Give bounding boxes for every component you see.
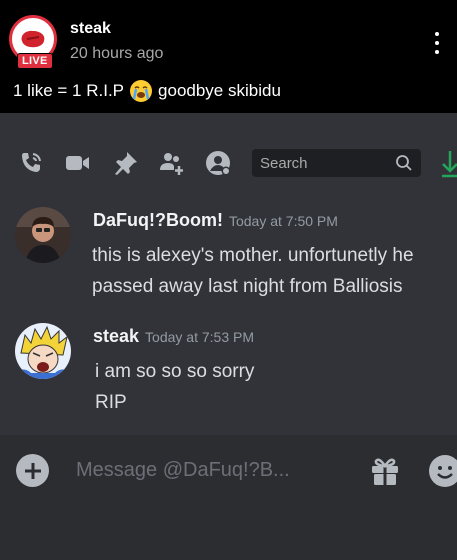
message-text-line: RIP — [95, 392, 127, 413]
caption-text-tail: goodbye skibidu — [158, 81, 281, 100]
message-author[interactable]: DaFuq!?Boom! Today at 7:50 PM — [93, 210, 338, 231]
message-timestamp: Today at 7:50 PM — [228, 213, 338, 229]
message-text-line: passed away last night from Balliosis — [92, 276, 403, 297]
avatar[interactable] — [15, 207, 71, 263]
message-composer — [0, 435, 457, 560]
message-text-line: i am so so so sorry — [95, 361, 255, 382]
gift-icon[interactable] — [369, 455, 401, 487]
live-badge: LIVE — [17, 53, 53, 69]
add-attachment-button[interactable] — [16, 454, 49, 487]
avatar[interactable] — [15, 323, 71, 379]
chat-toolbar: Search — [0, 113, 457, 197]
message-item: DaFuq!?Boom! Today at 7:50 PM this is ale… — [0, 207, 457, 307]
post-username[interactable]: steak — [70, 20, 111, 38]
loudly-crying-face-icon — [130, 80, 153, 102]
more-options-icon[interactable] — [428, 32, 446, 54]
phone-call-icon[interactable] — [18, 150, 44, 176]
discord-chat: Search DaFuq!?Boom! Today at 7:50 PM thi… — [0, 113, 457, 560]
caption-text: 1 like = 1 R.I.P — [13, 81, 125, 100]
message-item: steak Today at 7:53 PM i am so so so sorr… — [0, 323, 457, 423]
post-header: LIVE steak 20 hours ago 1 like = 1 R.I.P… — [0, 0, 457, 113]
pin-icon[interactable] — [113, 150, 139, 176]
message-text-line: this is alexey's mother. unfortunetly he — [92, 245, 414, 266]
search-placeholder: Search — [260, 154, 308, 172]
search-input[interactable]: Search — [252, 149, 421, 177]
author-name: steak — [93, 326, 140, 346]
message-input[interactable] — [76, 455, 346, 485]
message-timestamp: Today at 7:53 PM — [145, 329, 254, 345]
add-member-icon[interactable] — [159, 150, 185, 176]
video-call-icon[interactable] — [64, 150, 90, 176]
profile-icon[interactable] — [205, 150, 231, 176]
message-author[interactable]: steak Today at 7:53 PM — [93, 326, 254, 347]
post-timestamp: 20 hours ago — [70, 45, 164, 62]
author-name: DaFuq!?Boom! — [93, 210, 223, 230]
post-caption: 1 like = 1 R.I.P goodbye skibidu — [13, 80, 281, 102]
search-icon — [396, 155, 412, 171]
emoji-picker-icon[interactable] — [429, 455, 457, 487]
steak-icon — [21, 30, 45, 48]
plus-icon — [24, 462, 41, 479]
download-icon[interactable] — [440, 149, 457, 179]
